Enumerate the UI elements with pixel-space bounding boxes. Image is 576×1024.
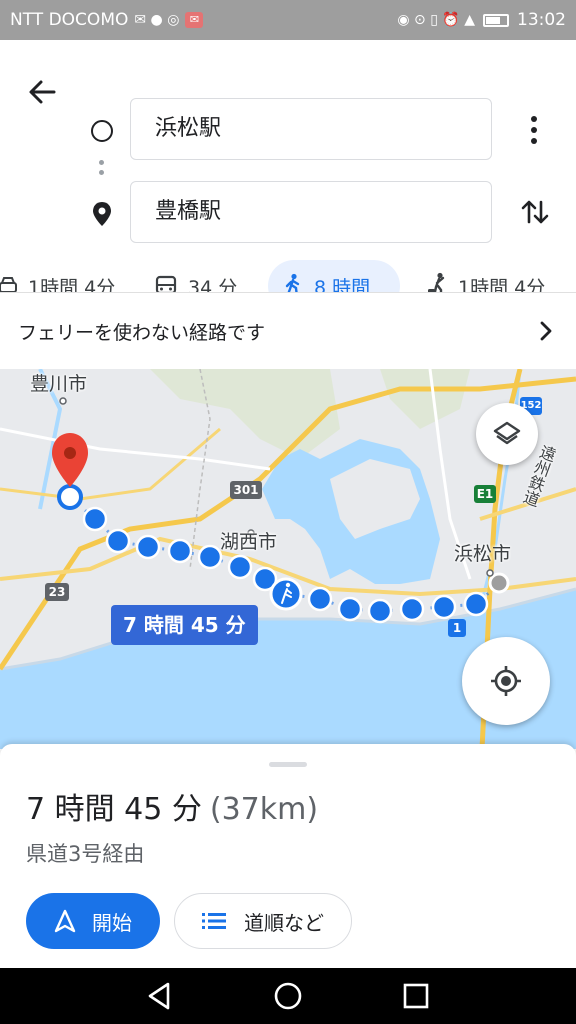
route-shield-e1: E1 bbox=[474, 485, 496, 503]
my-location-icon bbox=[491, 666, 521, 696]
route-summary-sheet[interactable]: 7 時間 45 分 (37km) 県道3号経由 開始 道順など bbox=[0, 744, 576, 968]
swap-icon bbox=[521, 200, 549, 224]
system-icons: ◉ ⊙ ▯ ⏰ ▲ bbox=[397, 12, 475, 28]
route-distance: (37km) bbox=[209, 792, 319, 827]
route-notice-row[interactable]: フェリーを使わない経路です bbox=[0, 293, 576, 369]
origin-field[interactable]: 浜松駅 bbox=[130, 98, 492, 160]
back-button[interactable] bbox=[22, 72, 62, 112]
steps-button-label: 道順など bbox=[244, 910, 324, 935]
steps-button[interactable]: 道順など bbox=[174, 893, 352, 949]
nav-home-icon[interactable] bbox=[268, 976, 308, 1016]
system-navigation-bar bbox=[0, 968, 576, 1024]
sheet-drag-handle[interactable] bbox=[269, 762, 307, 767]
nav-back-icon[interactable] bbox=[140, 976, 180, 1016]
origin-circle-icon bbox=[91, 120, 113, 142]
route-connector-dots bbox=[99, 160, 105, 180]
map-view[interactable]: 豊川市 湖西市 浜松市 遠州鉄道 301 23 1 E1 152 7 時間 45… bbox=[0, 369, 576, 749]
chevron-right-icon bbox=[540, 321, 552, 341]
destination-field[interactable]: 豊橋駅 bbox=[130, 181, 492, 243]
layers-icon bbox=[493, 421, 521, 445]
nav-recents-icon[interactable] bbox=[396, 976, 436, 1016]
carrier-label: NTT DOCOMO bbox=[10, 10, 129, 30]
destination-pin-icon bbox=[93, 202, 111, 226]
notification-icons: ✉ ● ◎ bbox=[134, 12, 180, 28]
map-label-kosai: 湖西市 bbox=[220, 531, 278, 553]
list-icon bbox=[202, 913, 226, 929]
start-navigation-button[interactable]: 開始 bbox=[26, 893, 160, 949]
map-label-hamamatsu: 浜松市 bbox=[454, 543, 512, 565]
more-options-icon[interactable] bbox=[522, 112, 546, 148]
route-via: 県道3号経由 bbox=[26, 842, 145, 866]
navigation-arrow-icon bbox=[54, 909, 76, 933]
map-label-toyokawa: 豊川市 bbox=[30, 373, 88, 395]
battery-icon bbox=[483, 13, 509, 27]
start-button-label: 開始 bbox=[92, 910, 132, 935]
swap-endpoints-button[interactable] bbox=[518, 194, 552, 230]
clock: 13:02 bbox=[517, 10, 566, 30]
route-notice-text: フェリーを使わない経路です bbox=[18, 321, 266, 344]
route-duration-value: 7 時間 45 分 bbox=[26, 792, 202, 827]
route-shield-23: 23 bbox=[45, 583, 69, 601]
mail-icon: ✉ bbox=[185, 12, 204, 28]
back-arrow-icon bbox=[29, 80, 56, 104]
route-shield-1: 1 bbox=[448, 619, 466, 637]
layers-button[interactable] bbox=[476, 403, 538, 465]
status-bar: NTT DOCOMO ✉ ● ◎ ✉ ◉ ⊙ ▯ ⏰ ▲ 13:02 bbox=[0, 0, 576, 40]
route-shield-301: 301 bbox=[230, 481, 262, 499]
route-duration: 7 時間 45 分 (37km) bbox=[26, 784, 318, 828]
route-duration-chip[interactable]: 7 時間 45 分 bbox=[111, 605, 258, 645]
directions-header: 浜松駅 豊橋駅 1時間 4分 34 分 8 時間 1時間 4分 bbox=[0, 40, 576, 312]
my-location-button[interactable] bbox=[462, 637, 550, 725]
